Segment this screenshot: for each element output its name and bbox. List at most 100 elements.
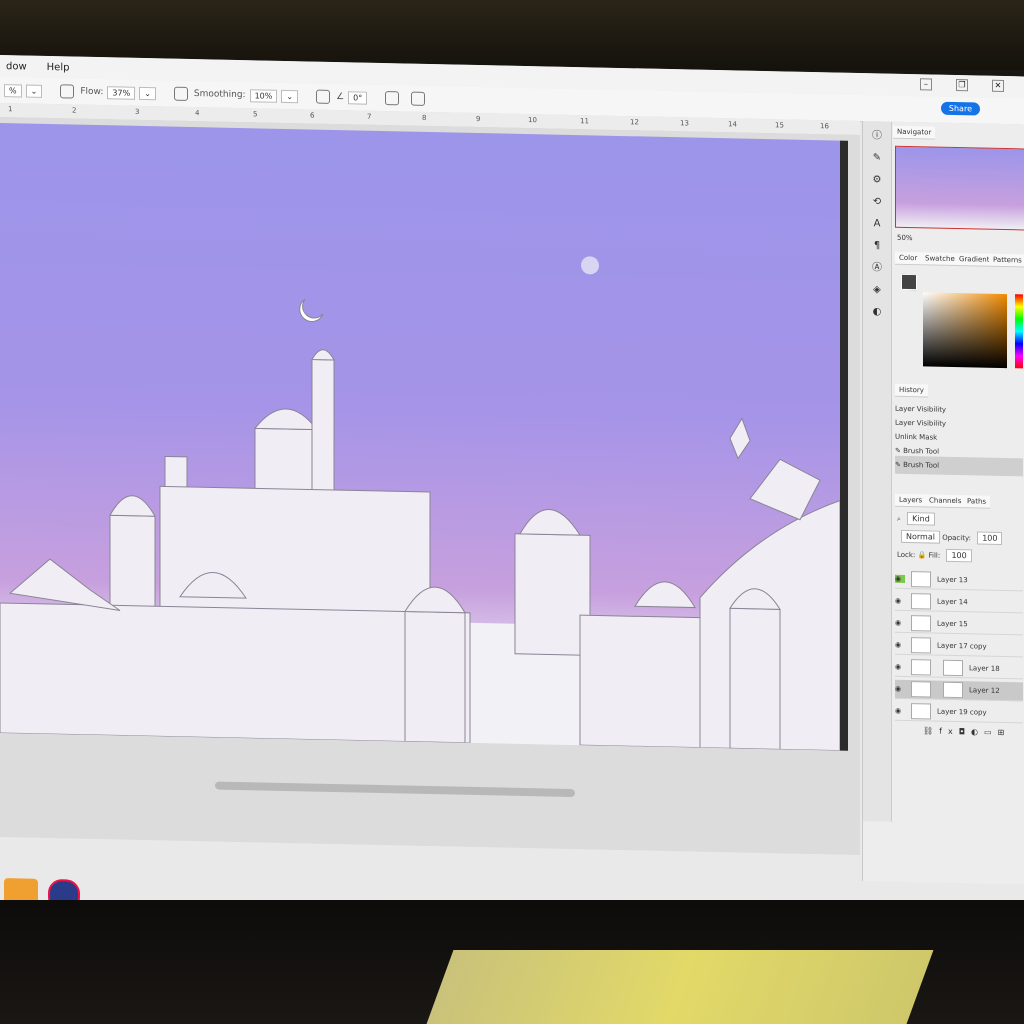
horizontal-scrollbar[interactable] bbox=[215, 781, 575, 798]
size-field[interactable]: % bbox=[4, 83, 22, 97]
size-option[interactable]: % ⌄ bbox=[0, 83, 43, 98]
ruler-tick: 4 bbox=[195, 109, 200, 118]
tab-history[interactable]: History bbox=[895, 383, 928, 398]
paragraph-icon[interactable]: ¶ bbox=[870, 239, 884, 253]
color-picker-field[interactable] bbox=[923, 292, 1007, 369]
history-item-current[interactable]: ✎ Brush Tool bbox=[895, 455, 1023, 477]
layer-row[interactable]: ◉ Layer 15 bbox=[895, 613, 1023, 636]
blend-options: Normal Opacity: 100 bbox=[897, 529, 1003, 545]
ruler-tick: 9 bbox=[476, 114, 481, 124]
ruler-tick: 6 bbox=[310, 111, 315, 120]
chevron-down-icon[interactable]: ⌄ bbox=[25, 84, 43, 98]
ruler-tick: 7 bbox=[367, 112, 372, 121]
layer-thumbnail bbox=[911, 703, 931, 720]
layer-row-selected[interactable]: ◉ Layer 12 bbox=[895, 679, 1023, 702]
link-icon[interactable]: ⛓ bbox=[923, 726, 939, 735]
ruler-tick: 11 bbox=[580, 117, 589, 126]
layer-row[interactable]: ◉ Layer 13 bbox=[895, 569, 1023, 592]
fill-field[interactable]: 100 bbox=[946, 548, 972, 563]
layer-thumbnail bbox=[911, 659, 931, 676]
tab-layers[interactable]: Layers bbox=[895, 493, 927, 508]
color-wheel-icon[interactable]: ◐ bbox=[870, 305, 884, 319]
tab-patterns[interactable]: Patterns bbox=[989, 253, 1024, 268]
airbrush-icon[interactable] bbox=[173, 86, 188, 101]
layer-row[interactable]: ◉ Layer 14 bbox=[895, 591, 1023, 614]
lock-icon[interactable]: 🔒 bbox=[918, 551, 929, 559]
ruler-tick: 16 bbox=[820, 122, 829, 131]
navigator-zoom[interactable]: 50% bbox=[897, 234, 913, 242]
tab-color[interactable]: Color bbox=[895, 251, 922, 266]
eye-icon[interactable]: ◉ bbox=[895, 685, 905, 693]
menu-help[interactable]: Help bbox=[47, 61, 70, 72]
mask-icon[interactable]: ◘ bbox=[959, 727, 971, 736]
layer-row[interactable]: ◉ Layer 19 copy bbox=[895, 701, 1023, 724]
add-layer-icon[interactable]: ⊞ bbox=[998, 728, 1011, 737]
eye-icon[interactable]: ◉ bbox=[895, 619, 905, 627]
history-brush-icon[interactable]: ⟲ bbox=[870, 195, 884, 209]
moon-icon bbox=[581, 256, 599, 275]
chevron-down-icon[interactable]: ⌄ bbox=[139, 86, 156, 100]
layer-row[interactable]: ◉ Layer 18 bbox=[895, 657, 1023, 680]
layer-mask-thumbnail bbox=[943, 681, 963, 699]
ruler-tick: 1 bbox=[8, 105, 13, 114]
artwork-canvas[interactable] bbox=[0, 123, 848, 751]
opacity-field[interactable]: 100 bbox=[977, 531, 1003, 545]
tab-navigator[interactable]: Navigator bbox=[893, 125, 936, 140]
layer-thumbnail bbox=[911, 593, 931, 610]
character-icon[interactable]: A bbox=[870, 217, 884, 231]
ruler-tick: 5 bbox=[253, 110, 258, 119]
layer-footer-icons: ⛓fx◘◐▭⊞ bbox=[923, 726, 1010, 737]
hue-slider[interactable] bbox=[1015, 294, 1023, 369]
flow-option: Flow: 37% ⌄ bbox=[80, 85, 156, 100]
foreground-color-swatch[interactable] bbox=[901, 273, 917, 291]
adjustment-icon[interactable]: ◐ bbox=[971, 727, 984, 736]
angle-icon: ∠ bbox=[336, 92, 345, 103]
lock-options: Lock: 🔒 Fill: 100 bbox=[897, 548, 972, 563]
flow-field[interactable]: 37% bbox=[107, 85, 136, 100]
close-icon[interactable]: ✕ bbox=[992, 79, 1004, 93]
chevron-down-icon[interactable]: ⌄ bbox=[281, 89, 299, 103]
layer-row[interactable]: ◉ Layer 17 copy bbox=[895, 635, 1023, 658]
eye-icon[interactable]: ◉ bbox=[895, 574, 905, 583]
kind-select[interactable]: Kind bbox=[907, 512, 935, 526]
layer-mask-thumbnail bbox=[943, 659, 963, 677]
flow-label: Flow: bbox=[80, 86, 104, 98]
ruler-tick: 14 bbox=[728, 120, 737, 129]
layer-thumbnail bbox=[911, 571, 931, 588]
right-panels: ⓘ ✎ ⚙ ⟲ A ¶ Ⓐ ◈ ◐ Navigator 50% Color Sw… bbox=[862, 121, 1024, 885]
eye-icon[interactable]: ◉ bbox=[895, 597, 905, 605]
3d-icon[interactable]: ◈ bbox=[870, 283, 884, 297]
smoothing-label: Smoothing: bbox=[193, 89, 246, 101]
tab-channels[interactable]: Channels bbox=[925, 494, 966, 509]
ruler-tick: 10 bbox=[528, 116, 537, 125]
canvas-area[interactable] bbox=[0, 117, 860, 856]
blend-mode-select[interactable]: Normal bbox=[901, 529, 940, 544]
ruler-tick: 13 bbox=[680, 119, 689, 128]
window-controls: – ❐ ✕ bbox=[914, 78, 1018, 93]
glyphs-icon[interactable]: Ⓐ bbox=[870, 261, 884, 275]
symmetry-icon[interactable] bbox=[411, 91, 426, 106]
gear-icon[interactable] bbox=[316, 89, 331, 104]
navigator-thumbnail[interactable] bbox=[895, 145, 1024, 231]
adjustments-icon[interactable]: ⚙ bbox=[870, 173, 884, 187]
info-icon[interactable]: ⓘ bbox=[870, 129, 884, 143]
smoothing-field[interactable]: 10% bbox=[249, 88, 278, 103]
menu-window[interactable]: dow bbox=[6, 61, 27, 72]
share-button[interactable]: Share bbox=[940, 101, 980, 116]
eye-icon[interactable]: ◉ bbox=[895, 663, 905, 671]
brush-icon: ✎ bbox=[895, 460, 904, 469]
layer-filter[interactable]: ⌕ Kind bbox=[897, 512, 935, 526]
angle-field[interactable]: 0° bbox=[348, 90, 368, 105]
restore-icon[interactable]: ❐ bbox=[956, 79, 968, 92]
photoshop-window: dow Help – ❐ ✕ % ⌄ Flow: 37% ⌄ Smoothing… bbox=[0, 55, 1024, 922]
pressure-opacity-icon[interactable] bbox=[60, 84, 75, 99]
pressure-size-icon[interactable] bbox=[385, 91, 400, 106]
fx-icon[interactable]: fx bbox=[939, 727, 959, 736]
eye-icon[interactable]: ◉ bbox=[895, 641, 905, 649]
folder-icon[interactable]: ▭ bbox=[984, 728, 998, 737]
minimize-icon[interactable]: – bbox=[920, 78, 932, 91]
tab-paths[interactable]: Paths bbox=[963, 495, 991, 509]
crescent-icon bbox=[299, 298, 324, 322]
eye-icon[interactable]: ◉ bbox=[895, 707, 905, 715]
brush-settings-icon[interactable]: ✎ bbox=[870, 151, 884, 165]
